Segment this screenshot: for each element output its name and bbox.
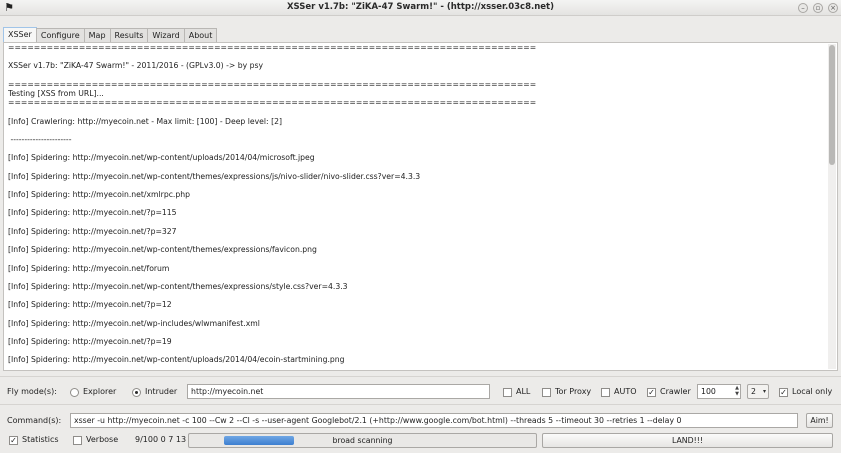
log-line: [Info] Spidering: http://myecoin.net/wp-… [8,171,421,181]
log-line: ========================================… [8,98,537,108]
statistics-label: Statistics [22,435,59,444]
tab-about[interactable]: About [183,28,218,43]
log-line: [Info] Spidering: http://myecoin.net/wp-… [8,355,345,365]
scan-progress-bar: broad scanning [188,433,537,448]
explorer-radio[interactable] [70,388,79,397]
title-bar: ⚑ XSSer v1.7b: "ZiKA-47 Swarm!" - (http:… [0,0,841,16]
crawler-checkbox[interactable]: ✓ [647,388,656,397]
all-label: ALL [516,387,531,396]
log-line: [Info] Spidering: http://myecoin.net/for… [8,263,170,273]
auto-checkbox[interactable] [601,388,610,397]
log-line: [Info] Spidering: http://myecoin.net/?p=… [8,208,177,218]
spin-arrows-icon[interactable]: ▲ ▼ [735,385,739,397]
tab-map[interactable]: Map [83,28,111,43]
crawler-limit-spinbox[interactable]: 100 ▲ ▼ [697,384,741,399]
close-icon[interactable]: × [828,3,838,13]
log-line: ---------------------- [8,134,72,144]
deep-level-value: 2 [751,387,756,396]
deep-level-select[interactable]: 2 ▾ [747,384,769,399]
chevron-down-icon: ▾ [762,388,766,395]
command-label: Command(s): [7,416,62,425]
log-line: [Info] Spidering: http://myecoin.net/?p=… [8,226,177,236]
output-log[interactable]: ========================================… [8,43,825,370]
divider [0,376,841,377]
local-only-label: Local only [792,387,833,396]
tor-proxy-checkbox[interactable] [542,388,551,397]
log-line: [Info] Spidering: http://myecoin.net/wp-… [8,281,348,291]
output-panel: ========================================… [3,42,838,371]
target-url-input[interactable]: http://myecoin.net [187,384,490,399]
all-checkbox[interactable] [503,388,512,397]
minimize-icon[interactable]: – [798,3,808,13]
intruder-label: Intruder [145,387,178,396]
vertical-scrollbar[interactable] [828,44,836,369]
log-line: ========================================… [8,79,537,89]
log-line: [Info] Spidering: http://myecoin.net/wp-… [8,318,260,328]
log-line: [Info] Crawlering: http://myecoin.net - … [8,116,282,126]
fly-mode-label: Fly mode(s): [7,387,57,396]
verbose-label: Verbose [86,435,119,444]
log-line: [Info] Spidering: http://myecoin.net/xml… [8,190,191,199]
verbose-checkbox[interactable] [73,436,82,445]
tab-bar: XSSer Configure Map Results Wizard About [3,27,218,43]
crawler-limit-value: 100 [701,387,716,396]
crawler-label: Crawler [660,387,691,396]
log-line: [Info] Spidering: http://myecoin.net/wp-… [8,245,317,255]
window-title: XSSer v1.7b: "ZiKA-47 Swarm!" - (http://… [287,2,554,12]
log-line: [Info] Spidering: http://myecoin.net/?p=… [8,300,172,310]
divider [0,404,841,405]
log-line: [Info] Spidering: http://myecoin.net/?p=… [8,337,172,346]
auto-label: AUTO [614,387,637,396]
tor-proxy-label: Tor Proxy [555,387,592,396]
maximize-icon[interactable]: ▫ [813,3,823,13]
scan-counter: 9/100 0 7 13 [135,435,187,444]
local-only-checkbox[interactable]: ✓ [779,388,788,397]
progress-label: broad scanning [332,436,393,445]
scrollbar-thumb[interactable] [829,45,835,165]
log-line: Testing [XSS from URL]... [8,88,104,98]
intruder-radio[interactable] [132,388,141,397]
aim-button[interactable]: Aim! [806,413,833,428]
land-button[interactable]: LAND!!! [542,433,833,448]
tab-xsser[interactable]: XSSer [3,27,37,43]
explorer-label: Explorer [83,387,117,396]
tab-configure[interactable]: Configure [35,28,85,43]
log-line: ========================================… [8,43,537,52]
log-line: XSSer v1.7b: "ZiKA-47 Swarm!" - 2011/201… [8,61,264,71]
tab-results[interactable]: Results [109,28,149,43]
tab-wizard[interactable]: Wizard [147,28,185,43]
statistics-checkbox[interactable]: ✓ [9,436,18,445]
window-controls: – ▫ × [798,3,838,13]
command-input[interactable]: xsser -u http://myecoin.net -c 100 --Cw … [70,413,798,428]
log-line: [Info] Spidering: http://myecoin.net/wp-… [8,153,315,163]
